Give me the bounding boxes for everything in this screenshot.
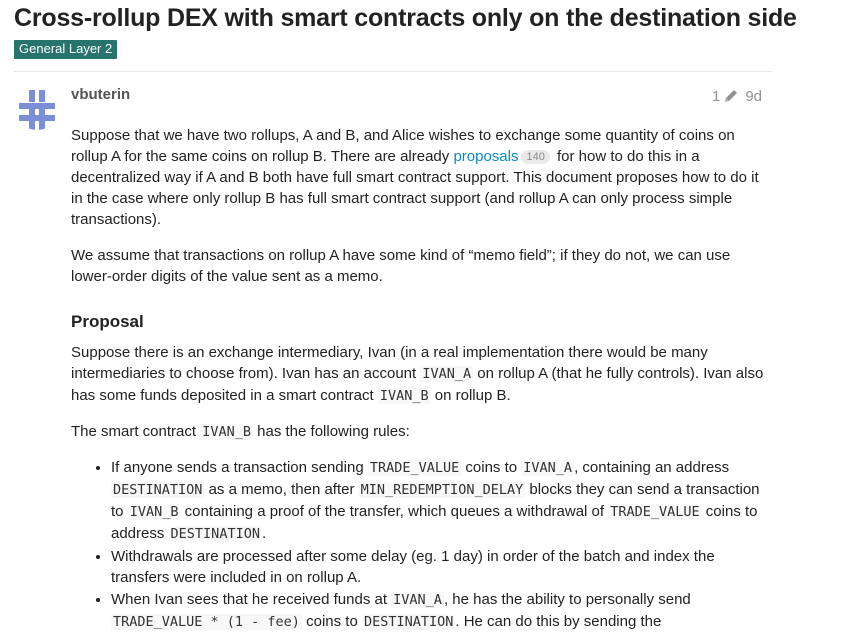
category-badge[interactable]: General Layer 2 <box>14 40 118 59</box>
topic-title: Cross-rollup DEX with smart contracts on… <box>14 4 797 32</box>
list-item: If anyone sends a transaction sending TR… <box>111 457 771 545</box>
list-item: Withdrawals are processed after some del… <box>111 546 771 588</box>
inline-code: TRADE_VALUE <box>367 460 462 476</box>
post-username[interactable]: vbuterin <box>71 86 130 103</box>
pencil-icon[interactable] <box>723 88 739 104</box>
paragraph-intro: Suppose that we have two rollups, A and … <box>71 127 759 228</box>
proposals-link[interactable]: proposals <box>453 148 518 165</box>
rules-list: If anyone sends a transaction sending TR… <box>71 457 771 633</box>
post-meta: 1 9d <box>700 86 762 106</box>
inline-code: MIN_REDEMPTION_DELAY <box>358 482 526 498</box>
post-age[interactable]: 9d <box>745 88 762 105</box>
inline-code: IVAN_B <box>200 424 253 440</box>
paragraph-intermediary: Suppose there is an exchange intermediar… <box>71 344 764 404</box>
list-item: When Ivan sees that he received funds at… <box>111 589 771 633</box>
link-click-count: 140 <box>521 150 550 164</box>
inline-code: DESTINATION <box>361 614 456 630</box>
avatar-identicon-icon <box>15 86 59 130</box>
avatar[interactable] <box>15 86 59 130</box>
inline-code: IVAN_B <box>377 388 431 404</box>
inline-code: DESTINATION <box>168 526 262 542</box>
paragraph-rules-intro: The smart contract IVAN_B has the follow… <box>71 423 410 440</box>
inline-code: IVAN_B <box>127 504 181 520</box>
inline-code: DESTINATION <box>111 482 205 498</box>
section-heading-proposal: Proposal <box>71 312 144 331</box>
inline-code: IVAN_A <box>521 460 575 476</box>
inline-code: IVAN_A <box>391 592 444 608</box>
inline-code: TRADE_VALUE <box>608 504 702 520</box>
inline-code: IVAN_A <box>420 366 474 382</box>
title-divider <box>14 71 772 72</box>
inline-code: TRADE_VALUE * (1 - fee) <box>111 614 302 630</box>
paragraph-memo: We assume that transactions on rollup A … <box>71 247 731 285</box>
edit-count[interactable]: 1 <box>712 88 720 105</box>
post-body: Suppose that we have two rollups, A and … <box>71 125 771 634</box>
